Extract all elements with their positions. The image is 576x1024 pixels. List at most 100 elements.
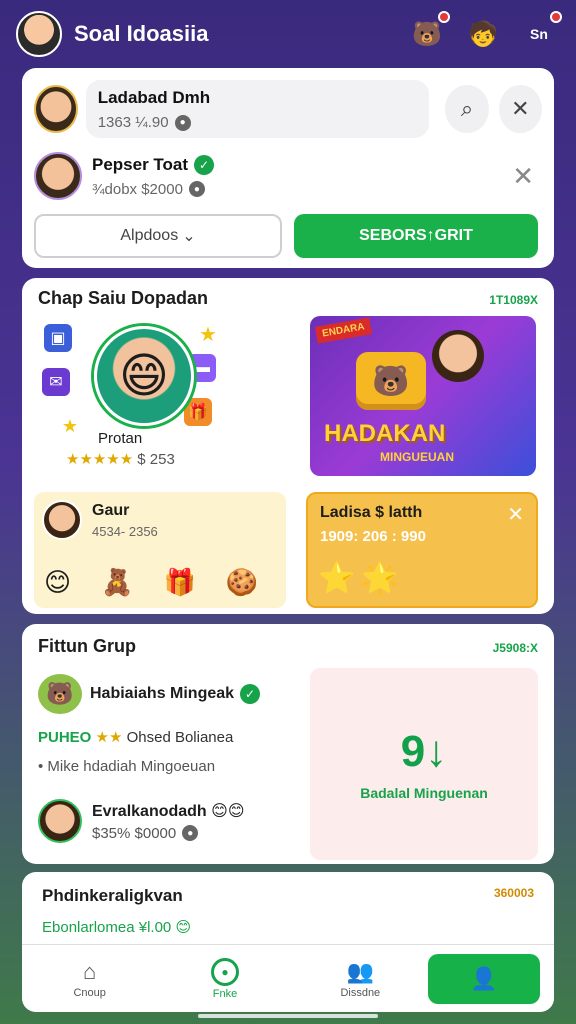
close-button[interactable]: ✕	[498, 85, 543, 133]
feature-item[interactable]: 🐻 Habiaiahs Mingeak ✓	[38, 674, 308, 714]
promo-subtitle: MINGUEUAN	[380, 450, 454, 464]
notification-dot	[438, 11, 450, 23]
feature-line: PUHEO ★★ Ohsed Bolianea	[38, 728, 308, 746]
nav-label: Dissdne	[340, 986, 381, 999]
record-icon: ●	[210, 957, 239, 986]
feature-panel: Fittun Grup J5908:X 🐻 Habiaiahs Mingeak …	[22, 624, 554, 864]
primary-action-button[interactable]: SEBORS↑GRIT	[294, 214, 538, 258]
bear-emoji-icon[interactable]: 🐻	[406, 11, 450, 55]
section-meta[interactable]: 1T1089X	[489, 293, 538, 307]
rating: ★★★★★ $ 253	[66, 450, 175, 468]
member-sub: 4534- 2356	[92, 524, 158, 539]
profile-cta-button[interactable]: 👤	[427, 953, 540, 1004]
coin-icon: ●	[188, 181, 205, 197]
emoji-row: 😊 🧸 🎁 🍪	[44, 567, 258, 598]
feature-line-text: Ohsed Bolianea	[126, 729, 234, 746]
coin-icon: ●	[174, 114, 191, 131]
star-icon: ★	[199, 323, 217, 346]
nav-label: Cnoup	[73, 986, 106, 999]
friend-name: Pepser Toat	[92, 154, 189, 174]
profile-badge-text: Sn	[530, 26, 548, 42]
chevron-down-icon: ⌄	[182, 228, 196, 245]
profile-block[interactable]: ▣ ✉ ★ ▬ 🎁 ★ 😄 Protan ★★★★★ $ 253	[38, 318, 248, 488]
search-icon: ⌕	[460, 96, 474, 121]
leaf-icon: 9↓	[400, 727, 448, 776]
stars-icon: ★★	[95, 729, 123, 746]
profile-badge-icon[interactable]: Sn	[518, 11, 562, 55]
smile-emoji-icon[interactable]: 😊	[44, 567, 71, 598]
feature-name: Habiaiahs Mingeak	[90, 685, 235, 702]
top-icons: 🐻 🧒 Sn	[406, 11, 562, 55]
verified-icon: ✓	[194, 154, 215, 175]
friend-balance: ¾dobx $2000 ●	[92, 181, 214, 198]
promo-ribbon: ENDARA	[314, 317, 372, 344]
user-name: Evralkanodadh	[92, 802, 207, 820]
gift-box-icon[interactable]: 🎁	[163, 567, 195, 598]
home-indicator	[198, 1014, 378, 1018]
rating-value: $ 253	[137, 451, 175, 468]
user-balance: $35% $0000	[92, 824, 177, 842]
search-card[interactable]: Ladabad Dmh 1363 ¼.90 ●	[85, 80, 430, 138]
bear-emoji-icon: 🐻	[38, 674, 82, 714]
account-name: Ladabad Dmh	[97, 88, 211, 107]
smile-emoji-icon: 😊😊	[206, 802, 245, 820]
dropdown-label: Alpdoos	[120, 227, 179, 244]
gift-box-icon: 🐻	[356, 352, 426, 410]
summary-title: Phdinkeraligkvan	[42, 886, 183, 905]
dismiss-friend-icon[interactable]: ✕	[512, 161, 534, 192]
app-title: Soal Idoasiia	[74, 21, 209, 46]
promo-banner[interactable]: ENDARA 🐻 HADAKAN MINGUEUAN	[310, 316, 536, 476]
nav-label: Fnke	[212, 987, 238, 1000]
section-title: Chap Saiu Dopadan	[38, 288, 209, 308]
feature-tag: PUHEO	[38, 729, 92, 746]
member-card[interactable]: Gaur 4534- 2356 😊 🧸 🎁 🍪	[34, 492, 286, 608]
top-bar: Soal Idoasiia 🐻 🧒 Sn	[0, 0, 576, 68]
account-balance-text: 1363 ¼.90	[97, 114, 169, 131]
friend-info: Pepser Toat ✓ ¾dobx $2000 ●	[92, 154, 215, 198]
gift-icon: 🎁	[184, 398, 212, 426]
promo-character	[432, 330, 484, 382]
notification-dot	[550, 11, 562, 23]
account-panel: Ladabad Dmh 1363 ¼.90 ● ⌕ ✕ Pepser Toat …	[22, 68, 554, 268]
smile-emoji-icon: 😊	[175, 919, 192, 936]
user-row[interactable]: Evralkanodadh 😊😊 $35% $0000 ●	[38, 799, 308, 843]
cookie-icon[interactable]: 🍪	[226, 567, 258, 598]
close-icon[interactable]: ✕	[507, 502, 524, 527]
gingerbread-icon[interactable]: 🧸	[101, 567, 133, 598]
summary-sub: Ebonlarlomea ¥l.00 😊	[42, 918, 534, 936]
profile-label: Protan	[98, 430, 143, 447]
friend-balance-text: ¾dobx $2000	[92, 180, 183, 198]
feature-bullet: • Mike hdadiah Mingoeuan	[38, 758, 216, 775]
user-avatar	[38, 799, 82, 843]
group-panel: Chap Saiu Dopadan 1T1089X ▣ ✉ ★ ▬ 🎁 ★ 😄 …	[22, 278, 554, 614]
highlight-card[interactable]: 9↓ Badalal Minguenan	[310, 668, 538, 860]
account-avatar[interactable]	[34, 85, 78, 133]
summary-meta[interactable]: 360003	[494, 886, 534, 900]
user-icon: 👤	[470, 965, 498, 991]
star-icon: ★	[61, 415, 79, 436]
account-balance: 1363 ¼.90 ●	[98, 114, 418, 131]
close-icon: ✕	[511, 96, 530, 121]
nav-item-fnke[interactable]: ● Fnke	[157, 957, 292, 1000]
nav-item-people[interactable]: 👥 Dissdne	[293, 959, 428, 999]
feature-list: 🐻 Habiaiahs Mingeak ✓ PUHEO ★★ Ohsed Bol…	[38, 674, 308, 843]
bottom-nav: ⌂ Cnoup ● Fnke 👥 Dissdne 👤	[22, 944, 554, 1012]
reward-sub: 1909: 206 : 990	[320, 528, 426, 545]
member-name: Gaur	[92, 502, 130, 519]
friend-avatar[interactable]	[34, 152, 82, 200]
nav-item-group[interactable]: ⌂ Cnoup	[22, 959, 157, 999]
summary-sub-text: Ebonlarlomea ¥l.00	[42, 919, 172, 936]
member-avatar	[42, 500, 82, 540]
stars-icon: ⭐🌟	[318, 562, 405, 595]
app-tile-icon: ▣	[44, 324, 72, 352]
promo-title: HADAKAN	[324, 420, 446, 447]
kid-avatar-icon[interactable]: 🧒	[462, 13, 504, 55]
ticket-icon: ✉	[42, 368, 70, 396]
verified-icon: ✓	[240, 684, 261, 704]
reward-card[interactable]: Ladisa $ latth 1909: 206 : 990 ✕ ⭐🌟	[306, 492, 538, 608]
people-icon: 👥	[346, 958, 375, 984]
user-avatar[interactable]	[16, 11, 62, 57]
section-meta[interactable]: J5908:X	[493, 641, 538, 655]
search-button[interactable]: ⌕	[445, 85, 489, 133]
dropdown-button[interactable]: Alpdoos ⌄	[34, 214, 282, 258]
